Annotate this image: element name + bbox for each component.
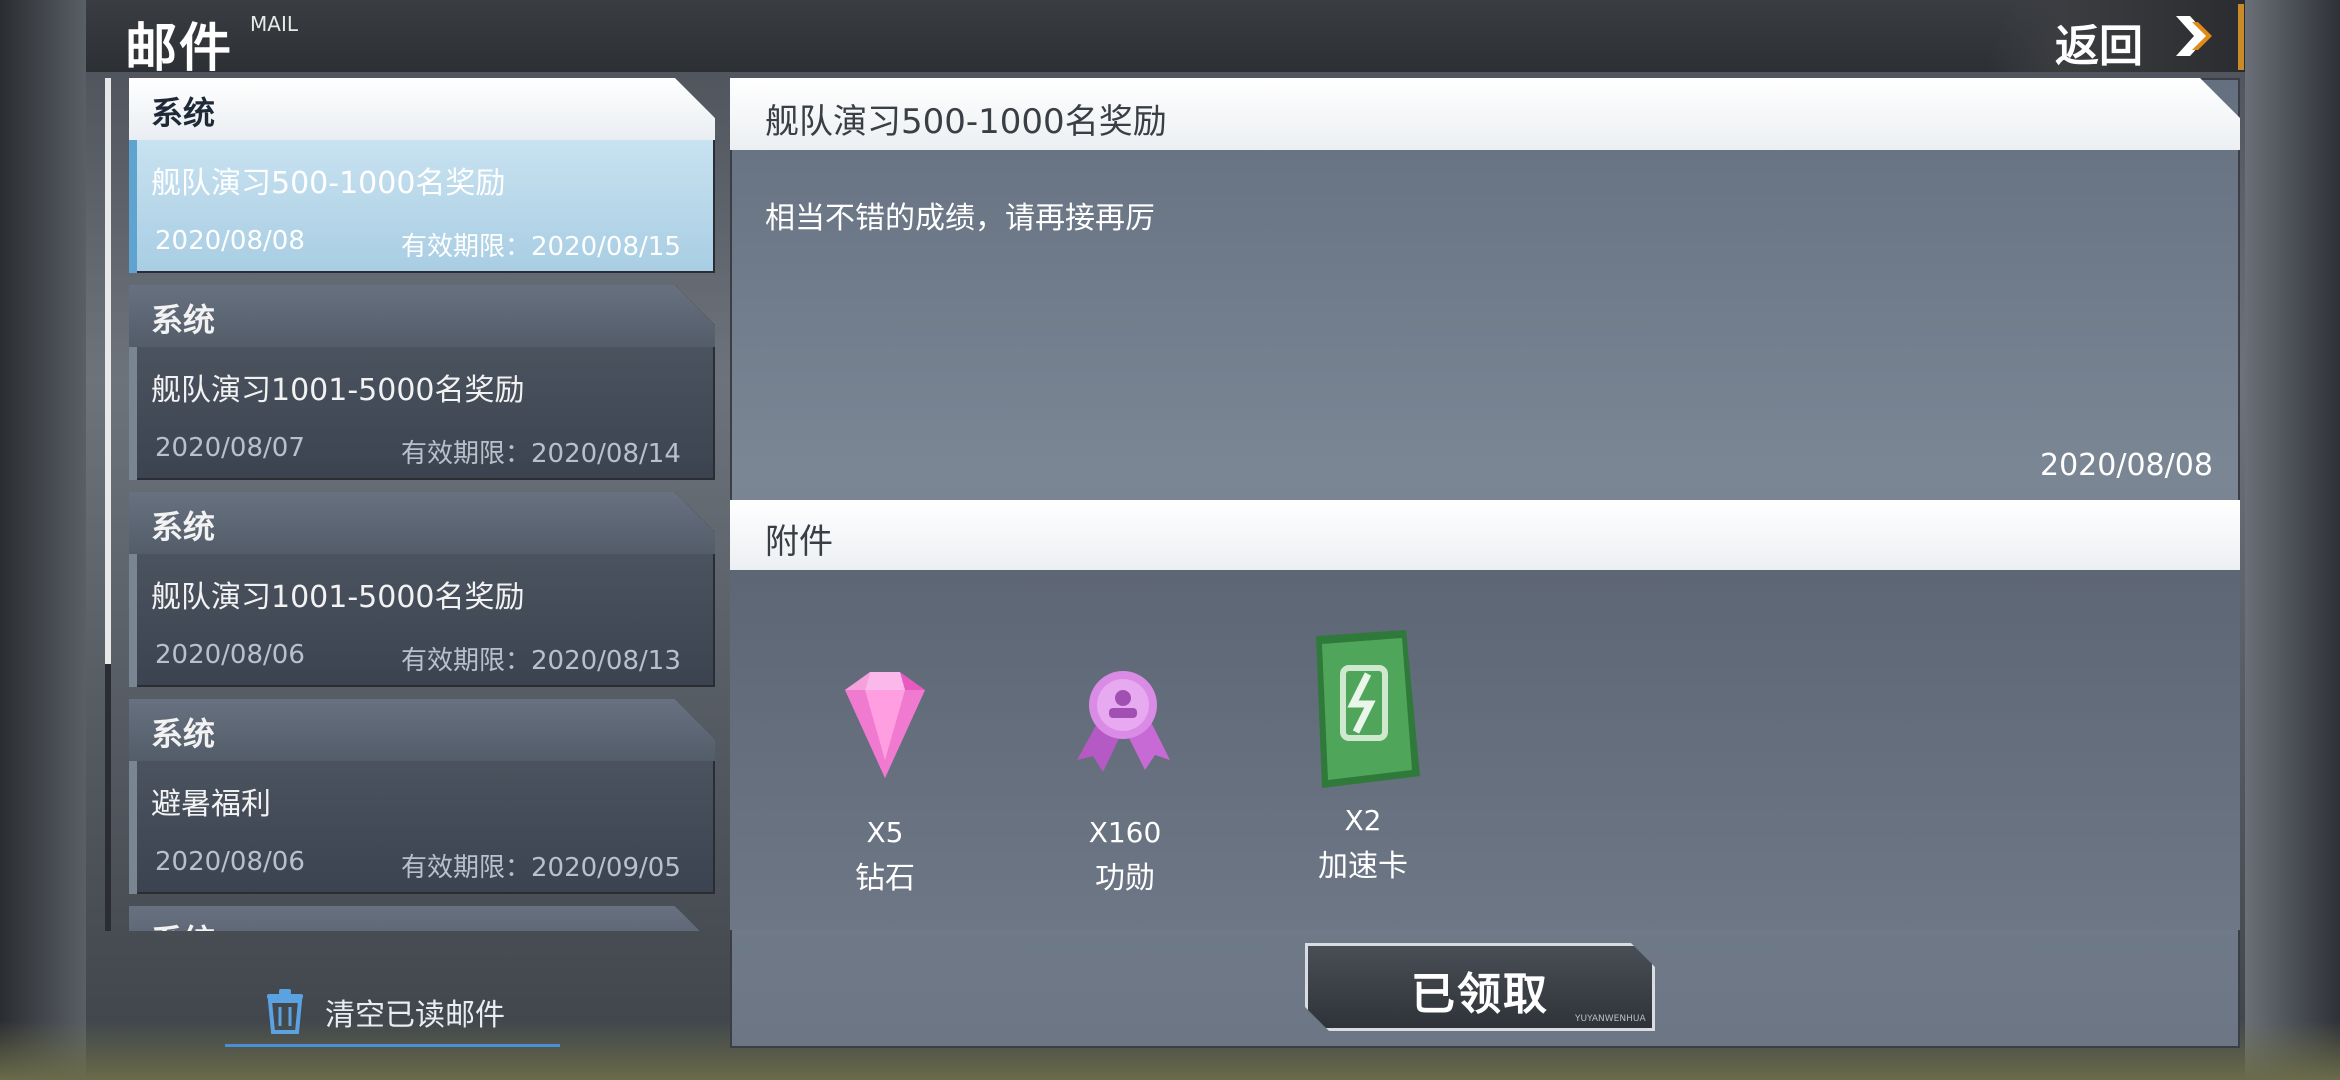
mail-item-header bbox=[129, 78, 715, 140]
mail-item-header bbox=[129, 492, 715, 554]
mail-expiry: 有效期限：2020/08/15 bbox=[401, 232, 681, 262]
claimed-label[interactable]: 已领取 bbox=[1305, 958, 1655, 1022]
mail-date: 2020/08/06 bbox=[155, 847, 305, 877]
back-accent-bar bbox=[2238, 4, 2244, 70]
mail-sender: 系统 bbox=[151, 508, 216, 546]
attachment-item[interactable]: X160 功勋 bbox=[1025, 660, 1225, 897]
top-bar bbox=[86, 0, 2245, 72]
mail-subject: 舰队演习1001-5000名奖励 bbox=[151, 580, 525, 615]
mail-item-header bbox=[129, 699, 715, 761]
diamond-icon bbox=[845, 672, 925, 778]
mail-item[interactable]: 系统 舰队演习500-1000名奖励 2020/08/08 有效期限：2020/… bbox=[129, 78, 715, 273]
background-left bbox=[0, 0, 86, 1080]
mail-detail-title: 舰队演习500-1000名奖励 bbox=[765, 102, 1167, 142]
attachment-item[interactable]: X2 加速卡 bbox=[1263, 628, 1463, 885]
mail-expiry: 有效期限：2020/09/05 bbox=[401, 853, 681, 883]
claim-watermark: YUYANWENHUA bbox=[1575, 1014, 1646, 1024]
attachment-qty: X5 bbox=[866, 816, 904, 849]
clear-button-underline bbox=[225, 1044, 560, 1047]
mail-detail-body: 相当不错的成绩，请再接再厉 bbox=[765, 201, 1155, 236]
clear-read-mail-label[interactable]: 清空已读邮件 bbox=[325, 990, 505, 1034]
mail-item[interactable]: 系统 舰队演习1001-5000名奖励 2020/08/07 有效期限：2020… bbox=[129, 285, 715, 480]
attachment-name: 功勋 bbox=[1095, 861, 1155, 896]
mail-sender: 系统 bbox=[151, 916, 215, 931]
mail-expiry: 有效期限：2020/08/14 bbox=[401, 439, 681, 469]
mail-date: 2020/08/07 bbox=[155, 433, 305, 463]
mail-item[interactable]: 系统 避暑福利 2020/08/06 有效期限：2020/09/05 bbox=[129, 699, 715, 894]
mail-date: 2020/08/08 bbox=[155, 226, 305, 256]
mail-subject: 舰队演习1001-5000名奖励 bbox=[151, 373, 525, 408]
attachment-name: 钻石 bbox=[855, 861, 915, 896]
mail-subject: 舰队演习500-1000名奖励 bbox=[151, 166, 506, 201]
mail-item-stripe bbox=[129, 140, 137, 273]
attachment-item[interactable]: X5 钻石 bbox=[785, 660, 985, 897]
mail-list: 系统 舰队演习500-1000名奖励 2020/08/08 有效期限：2020/… bbox=[105, 78, 720, 931]
attachments-header bbox=[730, 500, 2240, 570]
mail-sender: 系统 bbox=[151, 301, 216, 339]
mail-item[interactable]: 系统 bbox=[129, 906, 715, 931]
back-label[interactable]: 返回 bbox=[2055, 10, 2143, 74]
speedup-card-icon bbox=[1316, 630, 1420, 788]
attachments-title: 附件 bbox=[765, 522, 833, 562]
attachment-name: 加速卡 bbox=[1318, 849, 1408, 884]
chevron-right-icon[interactable] bbox=[2168, 12, 2216, 60]
mail-expiry: 有效期限：2020/08/13 bbox=[401, 646, 681, 676]
mail-sender: 系统 bbox=[151, 715, 216, 753]
mail-sender: 系统 bbox=[151, 94, 216, 132]
background-right bbox=[2245, 0, 2340, 1080]
mail-item-header bbox=[129, 906, 715, 931]
mail-item-header bbox=[129, 285, 715, 347]
mail-item-stripe bbox=[129, 761, 137, 894]
trash-icon[interactable] bbox=[265, 988, 305, 1034]
mail-subject: 避暑福利 bbox=[151, 787, 271, 822]
merit-medal-icon bbox=[1077, 671, 1170, 772]
attachment-qty: X160 bbox=[1088, 816, 1162, 849]
mail-item-stripe bbox=[129, 554, 137, 687]
attachment-qty: X2 bbox=[1344, 804, 1382, 837]
page-title: 邮件 bbox=[125, 19, 234, 79]
mail-date: 2020/08/06 bbox=[155, 640, 305, 670]
mail-item[interactable]: 系统 舰队演习1001-5000名奖励 2020/08/06 有效期限：2020… bbox=[129, 492, 715, 687]
mail-item-stripe bbox=[129, 347, 137, 480]
page-subtitle: MAIL bbox=[250, 12, 298, 36]
mail-detail-date: 2020/08/08 bbox=[2040, 448, 2213, 483]
